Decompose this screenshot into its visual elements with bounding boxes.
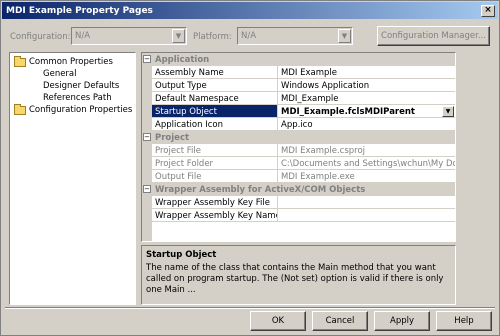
property-name: Project Folder (152, 157, 278, 170)
apply-button[interactable]: Apply (374, 311, 430, 331)
property-row[interactable]: Wrapper Assembly Key Name (142, 209, 455, 222)
property-value[interactable] (278, 196, 455, 209)
category-label: Wrapper Assembly for ActiveX/COM Objects (155, 185, 366, 195)
folder-icon (14, 55, 26, 67)
property-row[interactable]: Assembly Name MDI Example (142, 66, 455, 79)
property-pages-window: MDI Example Property Pages × Configurati… (0, 0, 500, 336)
property-row[interactable]: Wrapper Assembly Key File (142, 196, 455, 209)
category-label: Application (155, 55, 210, 65)
property-value[interactable] (278, 209, 455, 222)
folder-icon (14, 103, 26, 115)
close-icon: × (484, 5, 492, 15)
configuration-select[interactable]: N/A ▼ (71, 27, 187, 45)
property-value: MDI_Example.fclsMDIParent (281, 107, 415, 117)
close-button[interactable]: × (481, 4, 495, 17)
divider (5, 307, 495, 309)
property-name: Output Type (152, 79, 278, 92)
property-grid[interactable]: − Application Assembly Name MDI Example … (141, 52, 456, 242)
chevron-down-icon[interactable]: ▼ (442, 106, 454, 117)
help-button[interactable]: Help (436, 311, 492, 331)
description-text: The name of the class that contains the … (146, 263, 444, 295)
property-value: C:\Documents and Settings\wchun\My Docum… (278, 157, 455, 170)
tree-item-configuration-properties[interactable]: Configuration Properties (14, 103, 133, 116)
property-row-selected[interactable]: Startup Object MDI_Example.fclsMDIParent… (142, 105, 455, 118)
cancel-button[interactable]: Cancel (312, 311, 368, 331)
description-panel: Startup Object The name of the class tha… (141, 245, 456, 305)
property-name: Wrapper Assembly Key File (152, 196, 278, 209)
chevron-down-icon[interactable]: ▼ (338, 29, 351, 43)
property-name: Default Namespace (152, 92, 278, 105)
property-row[interactable]: Application Icon App.ico (142, 118, 455, 131)
description-title: Startup Object (146, 250, 217, 260)
property-row[interactable]: Output Type Windows Application (142, 79, 455, 92)
property-value[interactable]: Windows Application (278, 79, 455, 92)
property-row[interactable]: Project Folder C:\Documents and Settings… (142, 157, 455, 170)
tree-item-label: Designer Defaults (43, 81, 120, 91)
tree-item-designer-defaults[interactable]: Designer Defaults (43, 80, 119, 92)
configuration-value: N/A (75, 31, 91, 41)
property-name: Wrapper Assembly Key Name (152, 209, 278, 222)
ok-button[interactable]: OK (250, 311, 306, 331)
platform-label: Platform: (193, 32, 232, 42)
category-wrapper-assembly[interactable]: − Wrapper Assembly for ActiveX/COM Objec… (142, 183, 455, 196)
platform-select[interactable]: N/A ▼ (237, 27, 353, 45)
tree-item-label: Common Properties (29, 57, 113, 67)
property-value[interactable]: App.ico (278, 118, 455, 131)
property-tree[interactable]: Common Properties General Designer Defau… (9, 52, 136, 305)
tree-item-label: General (43, 69, 77, 79)
configuration-label: Configuration: (10, 32, 71, 42)
tree-item-references-path[interactable]: References Path (43, 92, 112, 104)
title-bar[interactable]: MDI Example Property Pages × (2, 2, 498, 19)
property-row[interactable]: Project File MDI Example.csproj (142, 144, 455, 157)
property-name: Startup Object (152, 105, 278, 118)
startup-object-select[interactable]: MDI_Example.fclsMDIParent ▼ (278, 105, 455, 118)
tree-item-general[interactable]: General (43, 68, 77, 80)
property-value: MDI Example.exe (278, 170, 455, 183)
property-row[interactable]: Default Namespace MDI_Example (142, 92, 455, 105)
property-value: MDI Example.csproj (278, 144, 455, 157)
configuration-manager-button[interactable]: Configuration Manager... (377, 26, 490, 46)
property-value[interactable]: MDI_Example (278, 92, 455, 105)
category-project[interactable]: − Project (142, 131, 455, 144)
collapse-icon[interactable]: − (143, 55, 151, 63)
collapse-icon[interactable]: − (143, 133, 151, 141)
tree-item-label: References Path (43, 93, 112, 103)
property-name: Assembly Name (152, 66, 278, 79)
property-name: Project File (152, 144, 278, 157)
property-name: Output File (152, 170, 278, 183)
chevron-down-icon[interactable]: ▼ (172, 29, 185, 43)
window-title: MDI Example Property Pages (6, 5, 153, 16)
configuration-toolbar: Configuration: N/A ▼ Platform: N/A ▼ Con… (1, 23, 499, 49)
tree-item-label: Configuration Properties (29, 105, 133, 115)
category-application[interactable]: − Application (142, 53, 455, 66)
platform-value: N/A (241, 31, 257, 41)
category-label: Project (155, 133, 190, 143)
property-name: Application Icon (152, 118, 278, 131)
property-value[interactable]: MDI Example (278, 66, 455, 79)
collapse-icon[interactable]: − (143, 185, 151, 193)
property-row[interactable]: Output File MDI Example.exe (142, 170, 455, 183)
tree-item-common-properties[interactable]: Common Properties (14, 55, 113, 68)
